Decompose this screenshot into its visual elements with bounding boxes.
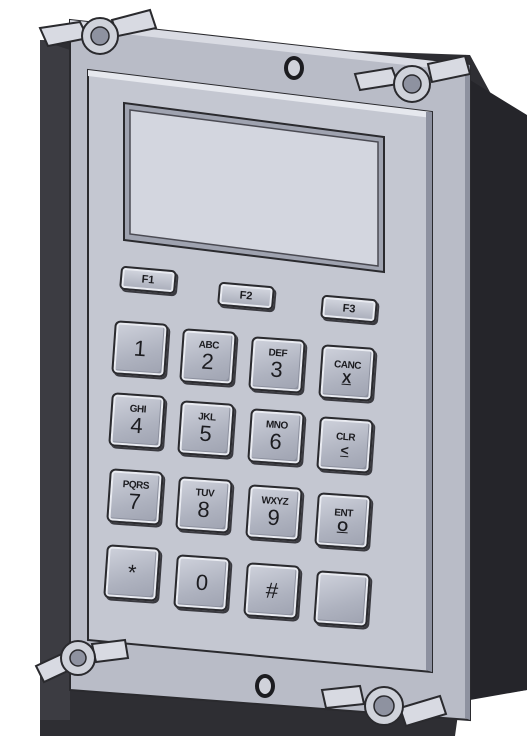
key-7[interactable]: PQRS 7 — [106, 468, 164, 526]
key-5-label: 5 — [198, 420, 213, 447]
key-1[interactable]: 1 — [111, 320, 169, 378]
f3-key[interactable]: F3 — [320, 294, 378, 324]
key-8-label: 8 — [196, 496, 211, 523]
f2-key[interactable]: F2 — [217, 281, 275, 311]
f1-key-label: F1 — [141, 273, 155, 287]
key-cancel-label: X — [341, 369, 352, 387]
key-1-label: 1 — [133, 335, 148, 362]
key-2[interactable]: ABC 2 — [179, 328, 237, 386]
key-cancel[interactable]: CANC X — [318, 344, 376, 402]
f2-key-label: F2 — [239, 289, 253, 303]
key-4-label: 4 — [129, 412, 144, 439]
key-3-label: 3 — [269, 356, 284, 383]
key-hash-label: # — [265, 577, 280, 604]
key-clear-label: < — [340, 441, 350, 459]
key-0-label: 0 — [195, 569, 210, 596]
key-8[interactable]: TUV 8 — [175, 476, 233, 534]
key-enter[interactable]: ENT O — [314, 492, 372, 550]
key-hash[interactable]: # — [243, 562, 301, 620]
key-9-label: 9 — [266, 504, 281, 531]
key-9[interactable]: WXYZ 9 — [245, 484, 303, 542]
key-blank[interactable] — [313, 570, 371, 628]
key-clear[interactable]: CLR < — [316, 416, 374, 474]
key-5[interactable]: JKL 5 — [177, 400, 235, 458]
key-6[interactable]: MNO 6 — [247, 408, 305, 466]
key-7-label: 7 — [127, 488, 142, 515]
key-0[interactable]: 0 — [173, 554, 231, 612]
key-4[interactable]: GHI 4 — [108, 392, 166, 450]
key-6-label: 6 — [268, 428, 283, 455]
key-star-label: * — [126, 559, 138, 586]
key-enter-label: O — [336, 517, 349, 535]
key-star[interactable]: * — [103, 544, 161, 602]
f1-key[interactable]: F1 — [119, 265, 177, 295]
key-3[interactable]: DEF 3 — [248, 336, 306, 394]
key-2-label: 2 — [200, 348, 215, 375]
f3-key-label: F3 — [342, 302, 356, 316]
